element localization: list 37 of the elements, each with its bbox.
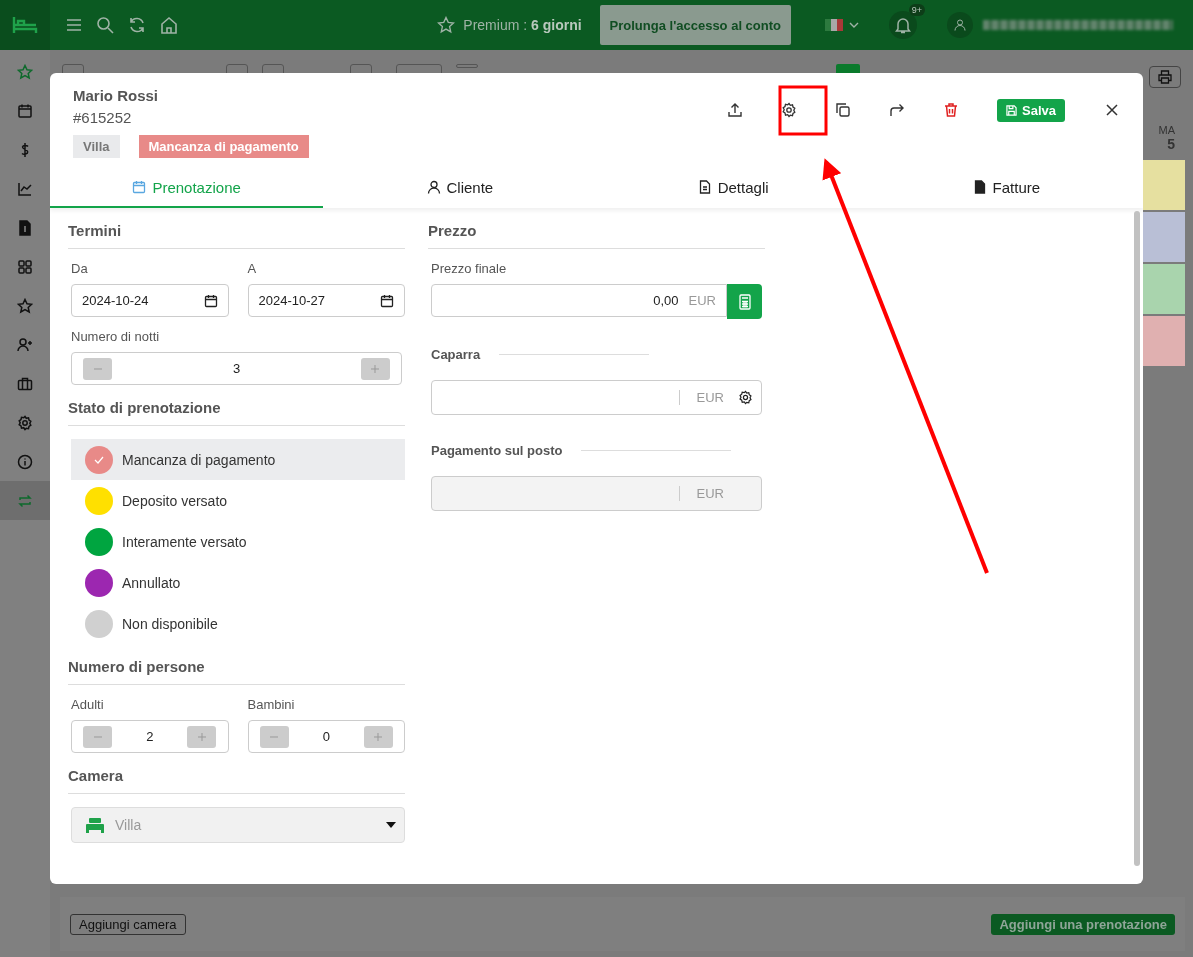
- tag: Villa: [73, 135, 120, 158]
- booking-id: #615252: [73, 109, 133, 126]
- field-label: Prezzo finale: [431, 261, 508, 276]
- status-option[interactable]: Deposito versato: [71, 480, 405, 521]
- status-option[interactable]: Interamente versato: [71, 521, 405, 562]
- status-option[interactable]: Non disponibile: [71, 603, 405, 644]
- status-option[interactable]: Mancanza di pagamento: [71, 439, 405, 480]
- section-heading: Camera: [68, 767, 405, 794]
- date-field[interactable]: 2024-10-27: [247, 284, 405, 317]
- field-label: Da: [71, 261, 89, 276]
- field-label: A: [247, 261, 258, 276]
- section-heading: Termini: [68, 222, 405, 249]
- weekday-label: MA: [1158, 124, 1175, 136]
- nights-stepper[interactable]: 3: [71, 352, 402, 385]
- field-label: Numero di notti: [71, 329, 161, 344]
- tab[interactable]: Cliente: [323, 168, 597, 208]
- tab[interactable]: Dettagli: [596, 168, 870, 208]
- day-number: 5: [1167, 136, 1175, 152]
- section-heading: Pagamento sul posto: [431, 443, 563, 458]
- adults-stepper[interactable]: 2: [71, 720, 229, 753]
- children-stepper[interactable]: 0: [247, 720, 405, 753]
- price-field[interactable]: 0,00 EUR: [431, 284, 727, 317]
- section-heading: Prezzo: [428, 222, 765, 249]
- section-heading: Caparra: [431, 347, 481, 362]
- guest-name: Mario Rossi: [73, 87, 160, 104]
- premium-status: Premium : 6 giorni: [463, 17, 582, 33]
- section-heading: Numero di persone: [68, 658, 405, 685]
- date-field[interactable]: 2024-10-24: [71, 284, 229, 317]
- section-heading: Stato di prenotazione: [68, 399, 405, 426]
- tag: Mancanza di pagamento: [138, 135, 309, 158]
- field-label: Bambini: [247, 697, 296, 712]
- status-option[interactable]: Annullato: [71, 562, 405, 603]
- add-room-button[interactable]: Aggiungi camera: [70, 913, 186, 935]
- tab[interactable]: Fatture: [869, 168, 1143, 208]
- notification-badge: 9+: [908, 4, 925, 16]
- onsite-payment-field: EUR: [431, 476, 762, 511]
- field-label: Adulti: [71, 697, 105, 712]
